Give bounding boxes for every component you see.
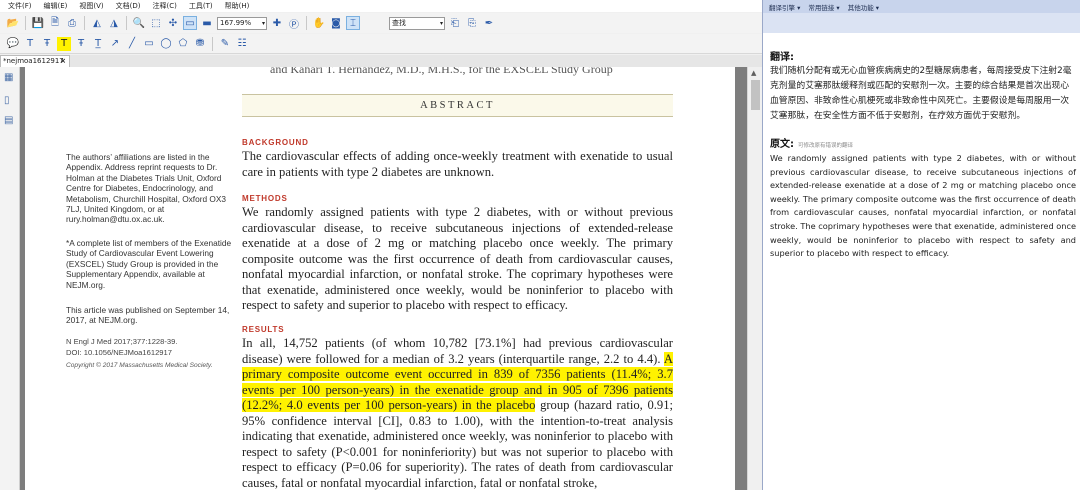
open-icon[interactable]: 📂 (6, 16, 20, 30)
toolbar-separator (25, 16, 26, 30)
forms-icon[interactable]: ☷ (235, 37, 249, 51)
menu-comment[interactable]: 注释(C) (153, 1, 177, 11)
chevron-down-icon: ▾ (261, 19, 265, 27)
stamp-icon[interactable]: ⛃ (193, 37, 207, 51)
textbox-icon[interactable]: T (23, 37, 37, 51)
original-heading-label: 原文: (770, 139, 794, 150)
methods-heading: METHODS (242, 194, 288, 203)
comment-toolbar: 💬 T Ŧ T Ŧ T̲ ↗ ╱ ▭ ◯ ⬠ ⛃ ✎ ☷ (0, 34, 762, 54)
strikeout-icon[interactable]: Ŧ (74, 37, 88, 51)
doi: DOI: 10.1056/NEJMoa1612917 (66, 348, 172, 357)
copyright: Copyright © 2017 Massachusetts Medical S… (66, 362, 213, 369)
document-viewport[interactable]: and Kahari T. Hernandez, M.D., M.H.S., f… (20, 67, 747, 490)
menu-document[interactable]: 文档(D) (116, 1, 141, 11)
toolbar-separator (126, 16, 127, 30)
main-toolbar: 📂 💾 🗎 ⎙ ◭ ◮ 🔍 ⬚ ✣ ▭ ▬ 167.99% ▾ ✚ Ⓟ ✋ ◙ ⌶… (0, 13, 762, 33)
search-input[interactable]: 查找 ▾ (389, 16, 445, 30)
menu-file[interactable]: 文件(F) (8, 1, 32, 11)
find-previous-icon[interactable]: ⎗ (448, 16, 462, 30)
pdf-page: and Kahari T. Hernandez, M.D., M.H.S., f… (25, 67, 735, 490)
rectangle-icon[interactable]: ▭ (142, 37, 156, 51)
original-heading: 原文: 可修改原有错误的翻译 (770, 135, 853, 150)
typewriter-icon[interactable]: Ŧ (40, 37, 54, 51)
results-text-part: In all, 14,752 patients (of whom 10,782 … (242, 336, 673, 366)
hand-icon[interactable]: ✋ (312, 16, 326, 30)
translation-toolbar: 翻译引擎 ▾ 常用链接 ▾ 其他功能 ▾ (763, 0, 1080, 13)
pages-icon[interactable]: ▯ (4, 95, 15, 106)
results-text: In all, 14,752 patients (of whom 10,782 … (242, 336, 673, 490)
zoom-in-icon[interactable]: ✚ (270, 16, 284, 30)
translation-panel: 翻译引擎 ▾ 常用链接 ▾ 其他功能 ▾ 翻译: 我们随机分配有或无心血管疾病病… (762, 0, 1080, 490)
original-text[interactable]: We randomly assigned patients with type … (770, 152, 1076, 261)
fit-width-icon[interactable]: ▬ (200, 16, 214, 30)
results-heading: RESULTS (242, 325, 285, 334)
scroll-up-icon[interactable]: ▲ (751, 69, 756, 77)
translation-text[interactable]: 我们随机分配有或无心血管疾病病史的2型糖尿病患者，每周接受皮下注射2毫克剂量的艾… (770, 64, 1076, 124)
background-text: The cardiovascular effects of adding onc… (242, 149, 673, 179)
highlight-icon[interactable]: T (57, 36, 71, 51)
menu-other-functions[interactable]: 其他功能 ▾ (848, 2, 879, 12)
zoom-select[interactable]: 167.99% ▾ (217, 16, 267, 30)
toolbar-separator (84, 16, 85, 30)
pdf-reader-window: 文件(F) 编辑(E) 视图(V) 文档(D) 注释(C) 工具(T) 帮助(H… (0, 0, 762, 490)
toolbar-separator (212, 36, 213, 51)
save-as-icon[interactable]: 🗎 (48, 16, 62, 30)
rotate-right-icon[interactable]: ◮ (107, 16, 121, 30)
citation: N Engl J Med 2017;377:1228-39. (66, 337, 178, 346)
arrow-icon[interactable]: ↗ (108, 37, 122, 51)
bookmarks-icon[interactable]: ▦ (4, 72, 15, 83)
line-icon[interactable]: ╱ (125, 37, 139, 51)
zoom-out-icon[interactable]: Ⓟ (287, 16, 301, 31)
abstract-heading: ABSTRACT (242, 94, 673, 117)
menu-help[interactable]: 帮助(H) (225, 1, 250, 11)
background-heading: BACKGROUND (242, 138, 309, 147)
tab-document[interactable]: *nejmoa1612917 × (0, 55, 70, 67)
translation-heading: 翻译: (770, 52, 794, 63)
published-note: This article was published on September … (66, 305, 230, 326)
tab-strip: *nejmoa1612917 × (0, 55, 762, 67)
menu-edit[interactable]: 编辑(E) (44, 1, 68, 11)
print-icon[interactable]: ⎙ (65, 16, 79, 30)
tab-title: *nejmoa1612917 (3, 57, 64, 65)
navigation-panel: ▦ ▯ ▤ (0, 67, 20, 490)
members-note: *A complete list of members of the Exena… (66, 238, 232, 290)
methods-text: We randomly assigned patients with type … (242, 205, 673, 312)
zoom-value: 167.99% (220, 18, 252, 27)
rotate-left-icon[interactable]: ◭ (90, 16, 104, 30)
ellipse-icon[interactable]: ◯ (159, 37, 173, 51)
snapshot-icon[interactable]: ◙ (329, 16, 343, 30)
loupe-icon[interactable]: ✣ (166, 16, 180, 30)
comment-icon[interactable]: 💬 (6, 37, 20, 51)
marquee-zoom-icon[interactable]: ⬚ (149, 16, 163, 30)
edit-icon[interactable]: ✎ (218, 37, 232, 51)
fit-page-icon[interactable]: ▭ (183, 16, 197, 30)
menu-tools[interactable]: 工具(T) (189, 1, 213, 11)
affiliations-note: The authors’ affiliations are listed in … (66, 152, 227, 225)
scroll-thumb[interactable] (751, 80, 760, 110)
menu-view[interactable]: 视图(V) (79, 1, 103, 11)
vertical-scrollbar[interactable]: ▲ (747, 67, 762, 490)
author-line: and Kahari T. Hernandez, M.D., M.H.S., f… (270, 67, 613, 76)
menubar: 文件(F) 编辑(E) 视图(V) 文档(D) 注释(C) 工具(T) 帮助(H… (0, 0, 762, 12)
sign-icon[interactable]: ✒ (482, 16, 496, 30)
underline-icon[interactable]: T̲ (91, 37, 105, 51)
translation-header-band (763, 13, 1080, 33)
save-icon[interactable]: 💾 (31, 16, 45, 30)
select-icon[interactable]: ⌶ (346, 16, 360, 30)
original-hint: 可修改原有错误的翻译 (798, 143, 854, 149)
chevron-down-icon: ▾ (439, 19, 443, 27)
search-placeholder: 查找 (392, 18, 406, 27)
menu-translate-engine[interactable]: 翻译引擎 ▾ (769, 2, 800, 12)
zoom-icon[interactable]: 🔍 (132, 16, 146, 30)
menu-common-links[interactable]: 常用链接 ▾ (808, 2, 839, 12)
find-next-icon[interactable]: ⎘ (465, 16, 479, 30)
close-icon[interactable]: × (60, 56, 66, 67)
layers-icon[interactable]: ▤ (4, 115, 15, 126)
polygon-icon[interactable]: ⬠ (176, 37, 190, 51)
toolbar-separator (306, 16, 307, 30)
